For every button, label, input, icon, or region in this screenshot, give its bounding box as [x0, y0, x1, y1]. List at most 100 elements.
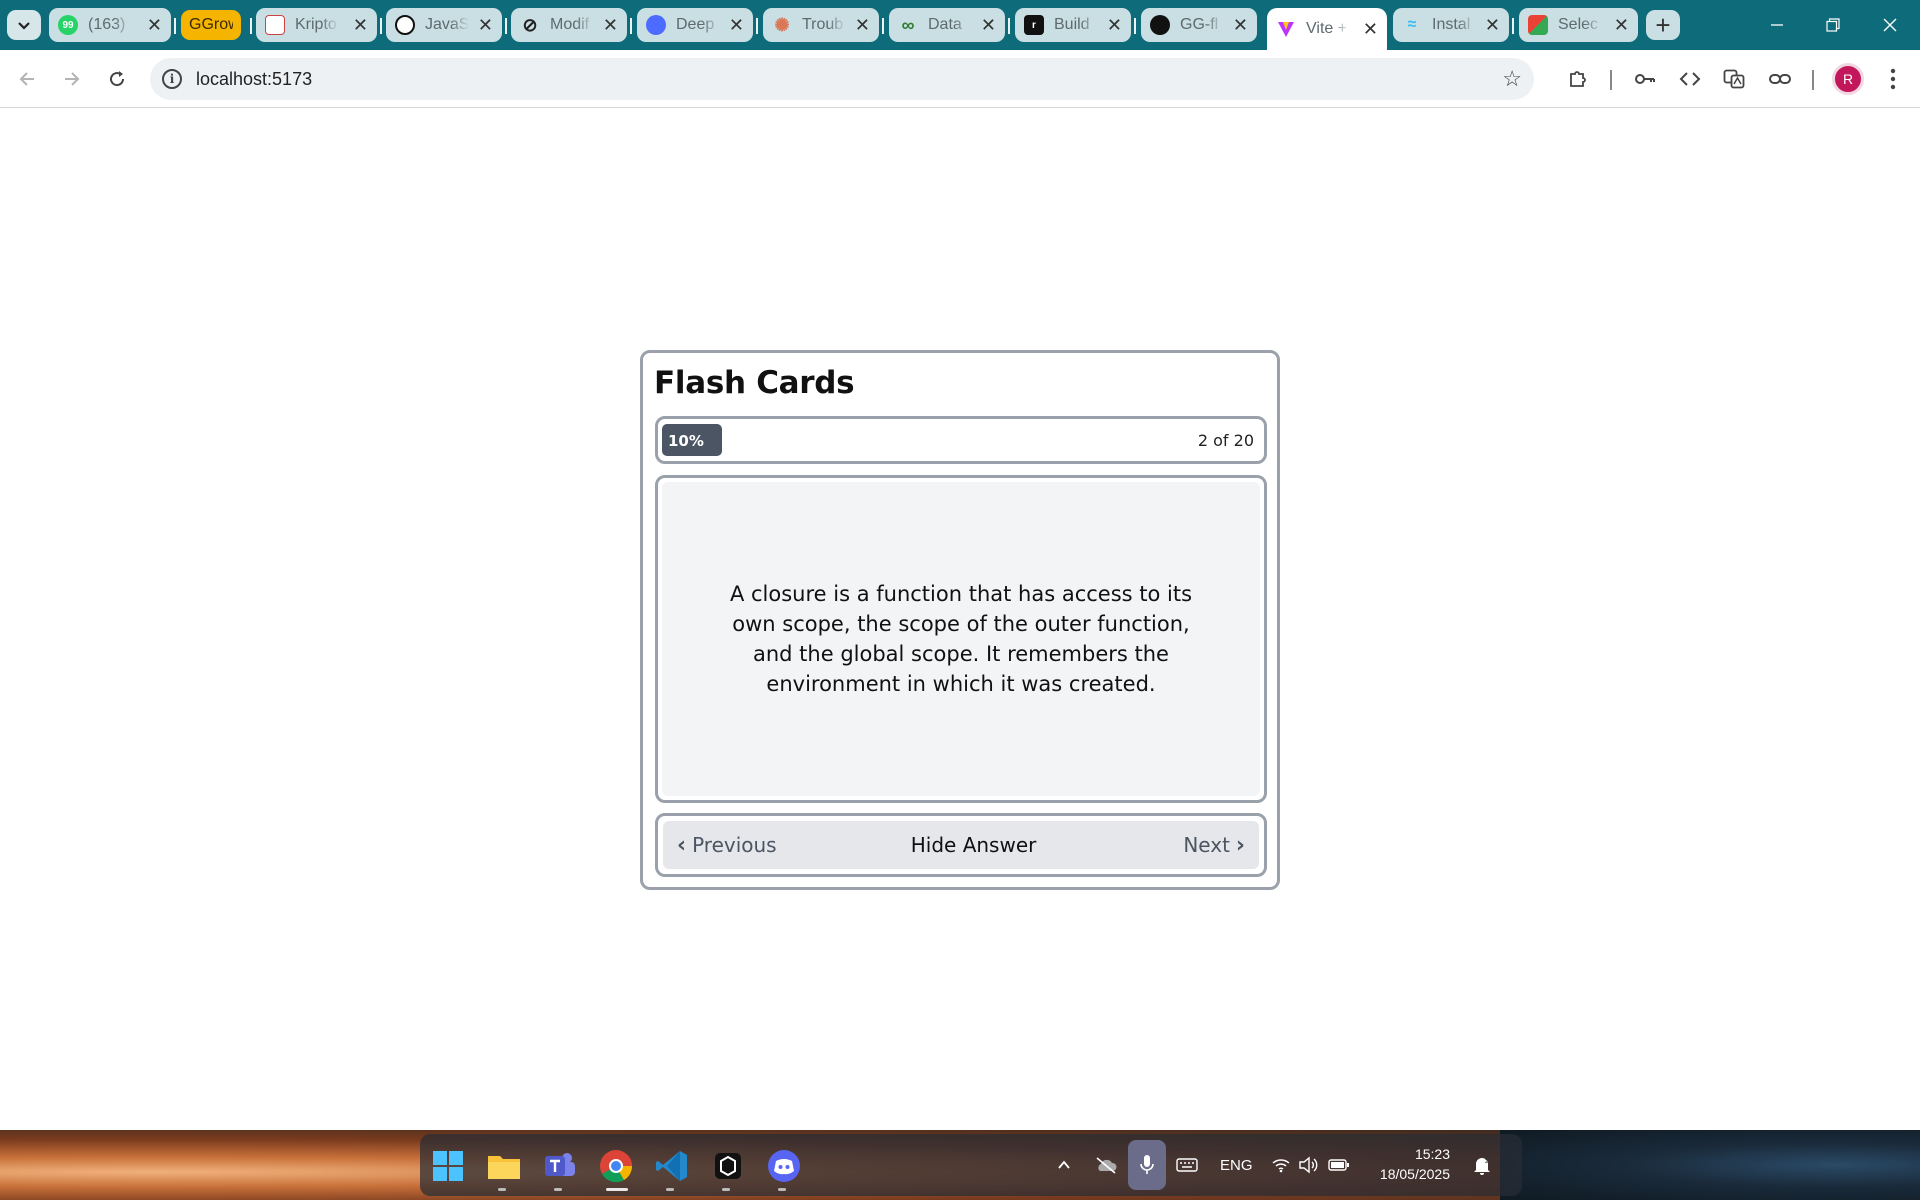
discord-icon	[768, 1150, 800, 1182]
flashcard-answer-text: A closure is a function that has access …	[729, 582, 1193, 696]
start-button[interactable]	[430, 1148, 466, 1184]
volume-icon[interactable]	[1298, 1134, 1318, 1196]
close-icon[interactable]: ✕	[353, 16, 368, 34]
translate-button[interactable]	[1716, 61, 1752, 97]
page-title: Flash Cards	[654, 365, 855, 401]
terminal-app-button[interactable]	[710, 1148, 746, 1184]
flashcard[interactable]: A closure is a function that has access …	[655, 475, 1267, 803]
close-icon[interactable]: ✕	[1233, 16, 1248, 34]
bookmark-star-icon[interactable]: ☆	[1502, 66, 1522, 92]
battery-icon[interactable]	[1328, 1134, 1350, 1196]
back-button[interactable]	[9, 61, 45, 97]
browser-tab[interactable]: Selec ✕	[1519, 8, 1638, 42]
browser-tab-group-ggrow[interactable]: GGrow	[181, 10, 241, 40]
chevron-right-icon: ›	[1235, 832, 1245, 858]
input-language[interactable]: ENG	[1220, 1134, 1253, 1196]
progress-bar-fill: 10%	[662, 424, 722, 456]
vscode-button[interactable]	[654, 1148, 690, 1184]
address-bar[interactable]: i localhost:5173 ☆	[150, 58, 1534, 100]
app-active-indicator	[606, 1188, 628, 1191]
cloud-off-icon	[1096, 1157, 1117, 1174]
browser-tab[interactable]: ≈ Instal ✕	[1393, 8, 1509, 42]
close-icon[interactable]: ✕	[1485, 16, 1500, 34]
card-counter: 2 of 20	[1197, 431, 1254, 450]
card-navigation: ‹ Previous Hide Answer Next ›	[655, 813, 1267, 877]
vscode-icon	[656, 1151, 687, 1181]
browser-tab[interactable]: GG-fl ✕	[1141, 8, 1257, 42]
close-window-button[interactable]	[1870, 8, 1910, 42]
wifi-icon[interactable]	[1272, 1134, 1290, 1196]
close-icon[interactable]: ✕	[1614, 16, 1629, 34]
keyboard-icon	[1176, 1158, 1198, 1172]
browser-tab[interactable]: ✺ Troub ✕	[763, 8, 879, 42]
code-extension-button[interactable]	[1672, 61, 1708, 97]
onedrive-tray-icon[interactable]	[1094, 1134, 1118, 1196]
browser-tab-active[interactable]: Vite + ✕	[1267, 8, 1387, 50]
close-icon[interactable]: ✕	[981, 16, 996, 34]
google-icon	[1528, 15, 1548, 35]
show-hidden-icons-button[interactable]	[1056, 1134, 1072, 1196]
discord-button[interactable]	[766, 1148, 802, 1184]
touch-keyboard-button[interactable]	[1176, 1134, 1198, 1196]
box-app-icon	[715, 1153, 741, 1179]
app-running-indicator	[554, 1188, 562, 1191]
browser-tab[interactable]: r Build ✕	[1015, 8, 1131, 42]
reload-icon	[110, 71, 125, 87]
restore-icon	[1826, 18, 1840, 32]
browser-tab[interactable]: JavaS ✕	[386, 8, 502, 42]
claude-icon: ✺	[774, 14, 790, 35]
microphone-tray-button[interactable]	[1128, 1140, 1166, 1190]
close-icon[interactable]: ✕	[147, 16, 162, 34]
reload-button[interactable]	[99, 61, 135, 97]
link-icon	[1769, 74, 1791, 84]
tab-separator	[380, 18, 382, 34]
browser-menu-button[interactable]	[1875, 61, 1911, 97]
notifications-button[interactable]: z	[1472, 1134, 1492, 1196]
infinity-icon: ∞	[901, 14, 915, 35]
new-tab-button[interactable]: +	[1646, 10, 1680, 40]
site-info-icon[interactable]: i	[162, 69, 182, 89]
whatsapp-icon: 99	[58, 15, 78, 35]
code-icon	[1679, 72, 1701, 86]
close-icon[interactable]: ✕	[729, 16, 744, 34]
restore-button[interactable]	[1813, 8, 1853, 42]
browser-tab[interactable]: ∞ Data ✕	[889, 8, 1005, 42]
deepseek-icon	[646, 15, 666, 35]
forward-button[interactable]	[54, 61, 90, 97]
browser-tab[interactable]: Kripto ✕	[256, 8, 377, 42]
url-text[interactable]: localhost:5173	[196, 69, 312, 90]
plus-icon: +	[1655, 9, 1671, 40]
chrome-button[interactable]	[598, 1148, 634, 1184]
system-clock[interactable]: 15:23 18/05/2025	[1368, 1144, 1450, 1184]
browser-toolbar: i localhost:5173 ☆ R	[0, 50, 1920, 108]
next-label: Next	[1183, 833, 1230, 857]
minimize-button[interactable]	[1757, 8, 1797, 42]
link-extension-button[interactable]	[1762, 61, 1798, 97]
previous-button[interactable]: ‹ Previous	[677, 821, 777, 869]
extensions-button[interactable]	[1560, 61, 1596, 97]
windows-taskbar: ENG 15:23 18/05/2025 z	[0, 1130, 1920, 1200]
hide-answer-button[interactable]: Hide Answer	[911, 821, 1037, 869]
openai-icon	[395, 15, 415, 35]
flashcard-face[interactable]: A closure is a function that has access …	[662, 482, 1260, 796]
tab-search-button[interactable]	[7, 10, 41, 40]
browser-tab[interactable]: ⊘ Modif ✕	[511, 8, 627, 42]
close-icon[interactable]: ✕	[478, 16, 493, 34]
browser-tab[interactable]: 99 (163) ✕	[49, 8, 171, 42]
card-navigation-bar: ‹ Previous Hide Answer Next ›	[663, 821, 1259, 869]
tab-separator	[174, 18, 176, 34]
close-icon[interactable]: ✕	[603, 16, 618, 34]
teams-button[interactable]	[542, 1148, 578, 1184]
next-button[interactable]: Next ›	[1183, 821, 1245, 869]
file-explorer-button[interactable]	[486, 1148, 522, 1184]
profile-avatar[interactable]: R	[1832, 63, 1864, 95]
close-icon[interactable]: ✕	[1363, 20, 1378, 38]
browser-tab-strip: 99 (163) ✕ GGrow Kripto ✕ JavaS ✕ ⊘ Modi…	[0, 0, 1920, 50]
browser-tab[interactable]: Deep ✕	[637, 8, 753, 42]
toolbar-separator	[1610, 70, 1612, 90]
tab-separator	[250, 18, 252, 34]
password-manager-button[interactable]	[1627, 61, 1663, 97]
close-icon[interactable]: ✕	[855, 16, 870, 34]
close-icon[interactable]: ✕	[1107, 16, 1122, 34]
tab-separator	[756, 18, 758, 34]
